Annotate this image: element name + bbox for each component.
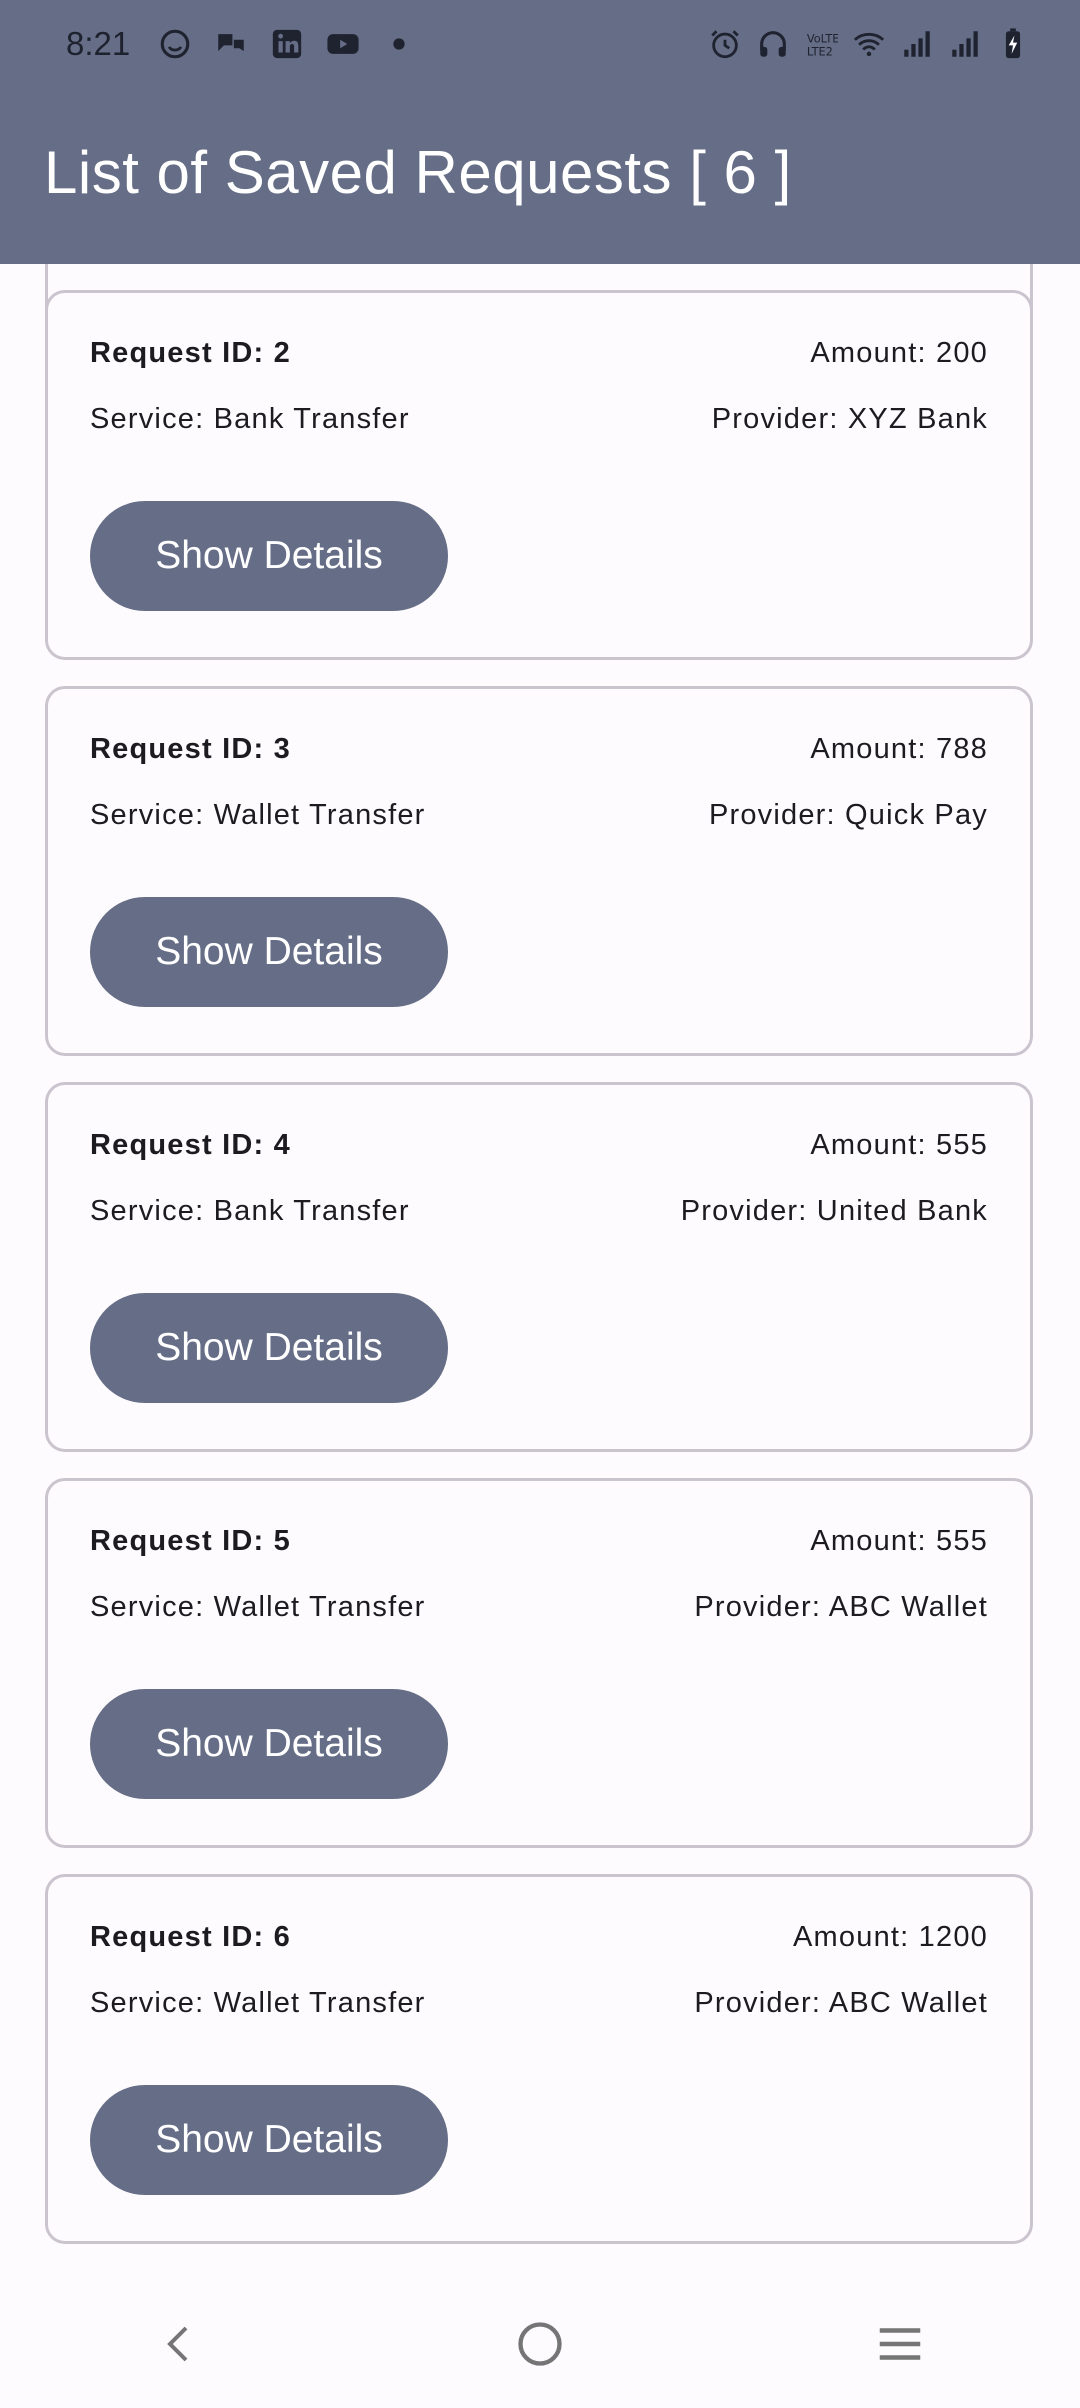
request-service: Service: Wallet Transfer [90, 1591, 426, 1623]
request-amount: Amount: 788 [810, 733, 988, 765]
navigation-bar [0, 2280, 1080, 2408]
back-icon [167, 2326, 188, 2362]
dot-icon [382, 27, 416, 61]
request-service: Service: Bank Transfer [90, 1195, 410, 1227]
request-amount: Amount: 200 [810, 337, 988, 369]
show-details-button[interactable]: Show Details [90, 2085, 448, 2195]
request-amount: Amount: 555 [810, 1525, 988, 1557]
request-card: Request ID: 4 Amount: 555 Service: Bank … [45, 1082, 1033, 1452]
home-button[interactable] [500, 2304, 580, 2384]
volte-icon: VoLTE LTE2 [804, 27, 838, 61]
show-details-button[interactable]: Show Details [90, 1689, 448, 1799]
request-card: Request ID: 5 Amount: 555 Service: Walle… [45, 1478, 1033, 1848]
request-card: Request ID: 2 Amount: 200 Service: Bank … [45, 290, 1033, 660]
saved-requests-list[interactable]: Request ID: 2 Amount: 200 Service: Bank … [0, 264, 1080, 2280]
signal-icon [900, 27, 934, 61]
headphones-icon [756, 27, 790, 61]
show-details-button[interactable]: Show Details [90, 501, 448, 611]
status-right: VoLTE LTE2 [708, 27, 1080, 61]
show-details-button[interactable]: Show Details [90, 897, 448, 1007]
battery-charging-icon [996, 27, 1030, 61]
github-icon [158, 27, 192, 61]
request-service: Service: Wallet Transfer [90, 1987, 426, 2019]
wifi-icon [852, 27, 886, 61]
back-button[interactable] [140, 2304, 220, 2384]
linkedin-icon [270, 27, 304, 61]
alarm-icon [708, 27, 742, 61]
request-id: Request ID: 2 [90, 337, 291, 369]
request-service: Service: Bank Transfer [90, 403, 410, 435]
youtube-icon [326, 27, 360, 61]
status-bar: 8:21 VoLTE LTE2 [0, 0, 1080, 88]
app-bar: List of Saved Requests [ 6 ] [0, 88, 1080, 264]
status-time: 8:21 [66, 25, 131, 62]
svg-text:LTE2: LTE2 [807, 44, 833, 58]
recents-button[interactable] [860, 2304, 940, 2384]
request-provider: Provider: Quick Pay [708, 799, 988, 831]
request-amount: Amount: 555 [810, 1129, 988, 1161]
status-left: 8:21 [0, 25, 416, 63]
request-id: Request ID: 6 [90, 1921, 291, 1953]
signal-icon [948, 27, 982, 61]
request-id: Request ID: 5 [90, 1525, 291, 1557]
home-icon [518, 2322, 562, 2366]
show-details-button[interactable]: Show Details [90, 1293, 448, 1403]
request-provider: Provider: XYZ Bank [711, 403, 988, 435]
request-provider: Provider: ABC Wallet [694, 1987, 988, 2019]
menu-icon [879, 2328, 921, 2360]
request-service: Service: Wallet Transfer [90, 799, 426, 831]
request-id: Request ID: 3 [90, 733, 291, 765]
request-provider: Provider: United Bank [680, 1195, 988, 1227]
chat-icon [214, 27, 248, 61]
request-amount: Amount: 1200 [793, 1921, 988, 1953]
request-provider: Provider: ABC Wallet [694, 1591, 988, 1623]
request-id: Request ID: 4 [90, 1129, 291, 1161]
request-card: Request ID: 3 Amount: 788 Service: Walle… [45, 686, 1033, 1056]
request-card: Request ID: 6 Amount: 1200 Service: Wall… [45, 1874, 1033, 2244]
page-title: List of Saved Requests [ 6 ] [44, 139, 792, 206]
